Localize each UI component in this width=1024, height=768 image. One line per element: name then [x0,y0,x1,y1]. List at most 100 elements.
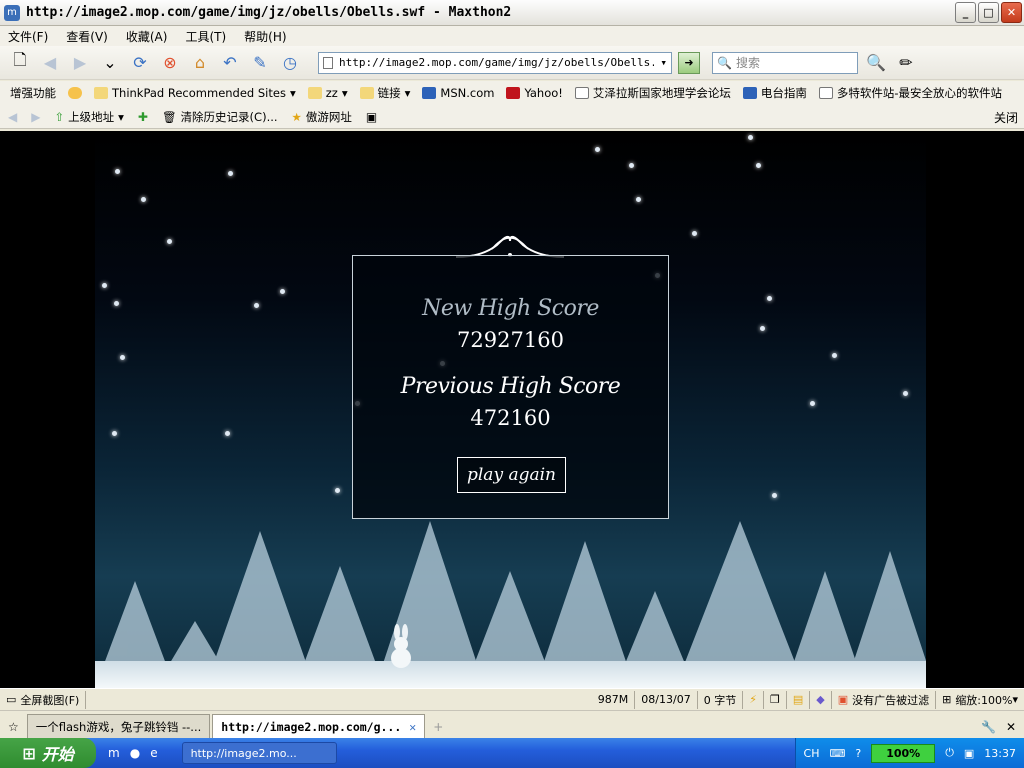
windows-logo-icon: ⊞ [22,743,36,763]
page-icon [818,87,833,99]
address-dropdown-icon[interactable]: ▾ [660,56,667,69]
msn-icon [422,87,437,99]
quicklaunch-ie-icon[interactable]: e [150,746,157,760]
snowflake [120,355,125,360]
fav-heart[interactable] [68,87,82,99]
snowflake [112,431,117,436]
maxthon-app-icon: m [4,4,20,21]
clock-icon[interactable]: ◷ [278,51,302,75]
address-input[interactable]: http://image2.mop.com/game/img/jz/obells… [339,56,654,69]
close-window-button[interactable]: ✕ [1001,2,1022,23]
menu-favorites[interactable]: 收藏(A) [126,28,168,45]
snowflake [692,231,697,236]
system-tray: CH ⌨ ? 100% ⏻ ▣ 13:37 [794,738,1024,768]
minimize-button[interactable]: _ [955,2,976,23]
help-icon[interactable]: ? [855,747,861,760]
ad-filter-icon: ▣ [837,693,849,706]
new-tab-plus-icon[interactable]: + [433,720,443,734]
menu-bar: 文件(F) 查看(V) 收藏(A) 工具(T) 帮助(H) [0,26,1024,46]
search-go-icon[interactable]: 🔍 [864,51,888,75]
undo-close-icon[interactable]: ↶ [218,51,242,75]
zoom-control[interactable]: ⊞ 缩放:100% ▾ [936,691,1024,709]
secondary-toolbar: ◀ ▶ ⇧ 上级地址 ▾ ✚ 🗑 清除历史记录(C)... ★ 傲游网址 ▣ 关闭 [0,105,1024,129]
snowflake [756,163,761,168]
fav-azeroth[interactable]: 艾泽拉斯国家地理学会论坛 [574,85,731,101]
home-icon[interactable]: ⌂ [188,51,212,75]
folder-icon[interactable]: ▤ [787,690,811,709]
search-input[interactable]: 搜索 [736,54,760,71]
fav-thinkpad[interactable]: ThinkPad Recommended Sites ▾ [94,86,296,100]
snowflake [748,135,753,140]
tab-flash-game-post[interactable]: 一个flash游戏，兔子跳铃铛 --... [26,714,211,738]
snowflake [115,169,120,174]
clear-history-button[interactable]: 🗑 清除历史记录(C)... [162,109,278,125]
snowflake [167,239,172,244]
power-plug-icon[interactable]: ⏻ [945,746,954,760]
start-button[interactable]: ⊞ 开始 [0,738,96,768]
popup-icon[interactable]: ❐ [764,690,787,709]
magic-wand-icon[interactable]: ✎ [248,51,272,75]
highlight-icon[interactable]: ✏ [894,51,918,75]
fav-links[interactable]: 链接 ▾ [359,85,410,101]
memory-usage: 987M [592,690,636,709]
tools-icon[interactable]: 🔧 [981,720,996,734]
bunny-character [391,624,411,668]
quicklaunch-maxthon-icon[interactable]: m [108,746,120,760]
snowflake [228,171,233,176]
snowflake [767,296,772,301]
yahoo-icon [506,87,521,99]
forward-arrow-icon[interactable]: ▶ [31,110,40,124]
favorite-tab-icon[interactable]: ☆ [8,720,19,734]
menu-view[interactable]: 查看(V) [66,28,108,45]
new-tab-icon[interactable]: 🗋 [8,50,32,75]
taskbar-maxthon-window[interactable]: http://image2.mo... [181,742,337,764]
play-again-button[interactable]: play again [457,457,566,493]
menu-help[interactable]: 帮助(H) [244,28,286,45]
clock-display: 13:37 [984,746,1016,760]
language-indicator[interactable]: CH [804,747,820,760]
maximize-button[interactable]: □ [978,2,999,23]
fav-yahoo[interactable]: Yahoo! [506,86,563,100]
up-arrow-icon: ⇧ [54,109,65,124]
snowflake [114,301,119,306]
snow-ground [95,661,926,688]
shield-icon[interactable]: ◆ [810,690,832,709]
address-bar[interactable]: http://image2.mop.com/game/img/jz/obells… [318,51,672,74]
snowflake [141,197,146,202]
network-icon[interactable]: ▣ [964,747,974,760]
camera-icon[interactable]: ▣ [366,110,377,124]
back-icon[interactable]: ◀ [38,51,62,75]
screenshot-button[interactable]: ▭ 全屏截图(F) [0,690,87,709]
snowflake [636,197,641,202]
tab-obells[interactable]: http://image2.mop.com/g... ✕ [212,714,426,738]
favorites-bar: 增强功能 ThinkPad Recommended Sites ▾ zz ▾ 链接 ▾… [0,81,1024,105]
keyboard-icon[interactable]: ⌨ [829,747,845,760]
go-button[interactable]: ➜ [678,51,700,74]
fav-zz[interactable]: zz ▾ [307,86,348,100]
fav-duote[interactable]: 多特软件站-最安全放心的软件站 [818,85,1002,101]
trash-icon: 🗑 [161,109,177,124]
lightning-icon[interactable]: ⚡ [743,690,764,709]
main-toolbar: 🗋 ◀ ▶ ⌄ ⟳ ⊗ ⌂ ↶ ✎ ◷ http://image2.mop.co… [0,46,1024,80]
fav-enhanced-features[interactable]: 增强功能 [10,85,56,101]
history-dropdown-icon[interactable]: ⌄ [98,51,122,75]
menu-tools[interactable]: 工具(T) [185,28,226,45]
flash-game-area[interactable]: New High Score 72927160 Previous High Sc… [0,131,1024,688]
up-level-button[interactable]: ⇧ 上级地址 ▾ [54,109,123,125]
back-arrow-icon[interactable]: ◀ [8,110,17,124]
maxthon-sites-button[interactable]: ★ 傲游网址 [292,109,352,125]
fav-radio[interactable]: 电台指南 [742,85,807,101]
menu-file[interactable]: 文件(F) [8,28,48,45]
search-box[interactable]: 🔍 搜索 [712,51,858,74]
previous-high-score-value: 472160 [470,406,551,430]
puzzle-icon[interactable]: ✚ [138,110,148,124]
forward-icon[interactable]: ▶ [68,51,92,75]
close-toolbar-link[interactable]: 关闭 [994,109,1018,126]
quicklaunch-qq-icon[interactable]: ● [130,746,140,760]
refresh-icon[interactable]: ⟳ [128,51,152,75]
ad-filter-status[interactable]: ▣ 没有广告被过滤 [832,690,937,709]
close-tab-icon[interactable]: ✕ [409,720,416,734]
fav-msn[interactable]: MSN.com [422,86,494,100]
stop-icon[interactable]: ⊗ [158,51,182,75]
close-all-icon[interactable]: ✕ [1006,720,1016,734]
